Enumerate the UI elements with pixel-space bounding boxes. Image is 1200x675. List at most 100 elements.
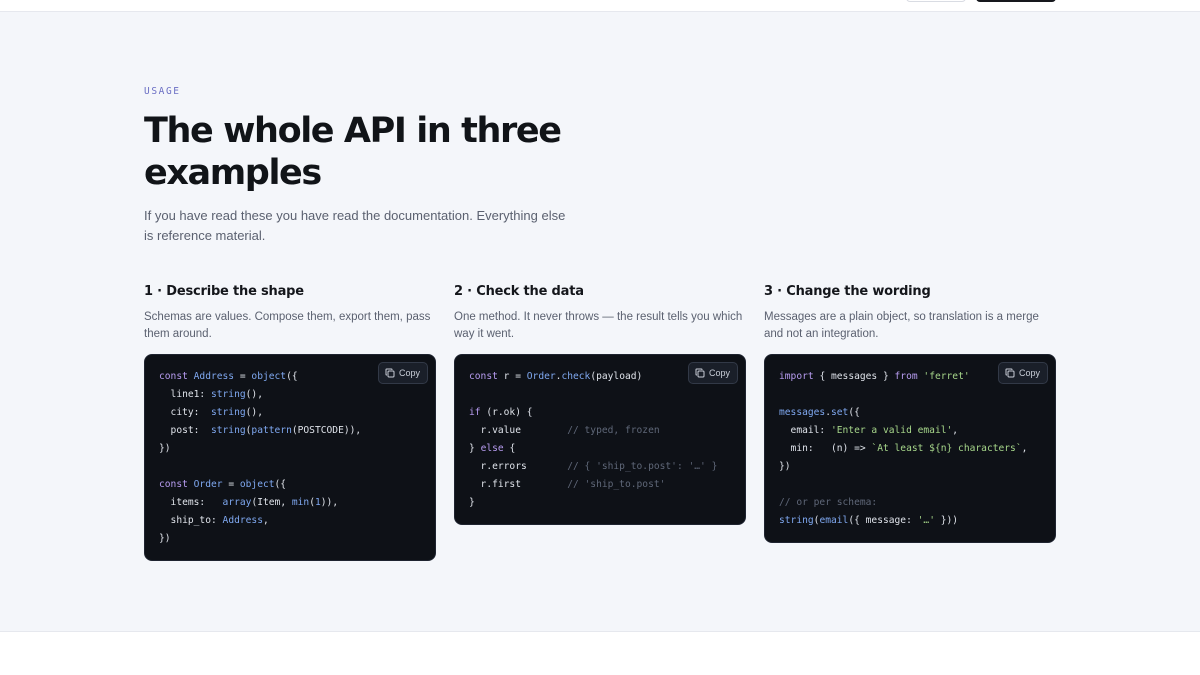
copy-icon: [1005, 368, 1015, 378]
code-token: ,: [1021, 443, 1028, 454]
code-token: Address: [193, 371, 235, 382]
code-token: else: [480, 443, 504, 454]
code-line: }: [469, 494, 731, 512]
code-token: (),: [245, 389, 263, 400]
copy-label: Copy: [708, 368, 730, 378]
copy-icon: [385, 368, 395, 378]
code-line: }): [159, 530, 421, 548]
code-line: }): [159, 440, 421, 458]
code-token: ship_to:: [159, 515, 223, 526]
code-line: r.first // 'ship_to.post': [469, 476, 731, 494]
code-token: array: [222, 497, 252, 508]
copy-icon: [695, 368, 705, 378]
code-token: ({: [848, 407, 860, 418]
example-column-describe: 1 · Describe the shape Schemas are value…: [144, 282, 436, 561]
code-token: }): [159, 533, 171, 544]
code-line: post: string(pattern(POSTCODE)),: [159, 422, 421, 440]
code-line: ship_to: Address,: [159, 512, 421, 530]
code-token: Order: [193, 479, 223, 490]
code-block[interactable]: Copy const Address = object({ line1: str…: [144, 354, 436, 561]
code-token: const: [469, 371, 504, 382]
code-token: Order: [526, 371, 556, 382]
code-token: email:: [779, 425, 831, 436]
example-description: One method. It never throws — the result…: [454, 311, 743, 340]
code-line: r.errors // { 'ship_to.post': '…' }: [469, 458, 731, 476]
code-token: min: (n) =>: [779, 443, 872, 454]
code-line: line1: string(),: [159, 386, 421, 404]
section-eyebrow: USAGE: [144, 86, 181, 97]
code-line: min: (n) => `At least ${n} characters`,: [779, 440, 1041, 458]
code-token: // typed, frozen: [567, 425, 660, 436]
usage-section: USAGE The whole API in three examples If…: [0, 12, 1200, 632]
example-description: Messages are a plain object, so translat…: [764, 311, 1039, 340]
code-lines: const Address = object({ line1: string()…: [159, 368, 421, 548]
code-token: object: [239, 479, 275, 490]
code-token: items:: [159, 497, 223, 508]
code-line: const Order = object({: [159, 476, 421, 494]
example-column-wording: 3 · Change the wording Messages are a pl…: [764, 282, 1056, 543]
code-token: messages: [779, 407, 826, 418]
code-token: object: [251, 371, 287, 382]
code-lines: import { messages } from 'ferret' message…: [779, 368, 1041, 530]
code-line: email: 'Enter a valid email',: [779, 422, 1041, 440]
copy-label: Copy: [398, 368, 420, 378]
code-token: (),: [245, 407, 263, 418]
code-token: post:: [159, 425, 211, 436]
code-token: line1:: [159, 389, 211, 400]
code-block[interactable]: Copy const r = Order.check(payload) if (r…: [454, 354, 746, 525]
code-token: }): [159, 443, 171, 454]
code-token: 'Enter a valid email': [830, 425, 953, 436]
code-token: const: [159, 479, 194, 490]
code-token: (r.ok) {: [486, 407, 533, 418]
section-lede: If you have read these you have read the…: [144, 208, 566, 243]
code-token: }): [779, 461, 791, 472]
code-line: messages.set({: [779, 404, 1041, 422]
code-token: =: [222, 479, 240, 490]
code-line: // or per schema:: [779, 494, 1041, 512]
code-token: // { 'ship_to.post': '…' }: [567, 461, 718, 472]
code-token: }: [469, 443, 481, 454]
code-line: if (r.ok) {: [469, 404, 731, 422]
code-token: // or per schema:: [779, 497, 878, 508]
code-token: Address: [222, 515, 263, 526]
nav-secondary-button[interactable]: [906, 0, 966, 2]
code-token: ({: [274, 479, 287, 490]
code-token: ({ message:: [848, 515, 918, 526]
section-title: The whole API in three examples: [144, 111, 562, 193]
code-line: city: string(),: [159, 404, 421, 422]
code-token: { messages }: [819, 371, 895, 382]
code-token: ,: [952, 425, 959, 436]
copy-label: Copy: [1018, 368, 1040, 378]
code-token: (POSTCODE)),: [291, 425, 362, 436]
code-token: check: [561, 371, 591, 382]
code-token: from: [894, 371, 924, 382]
code-token: (payload): [590, 371, 643, 382]
code-token: pattern: [251, 425, 292, 436]
copy-button[interactable]: Copy: [687, 362, 738, 384]
top-nav-bar: [0, 0, 1200, 12]
code-token: r.first: [469, 479, 568, 490]
example-title: 3 · Change the wording: [764, 284, 931, 299]
code-token: ({: [286, 371, 298, 382]
code-lines: const r = Order.check(payload) if (r.ok) …: [469, 368, 731, 512]
copy-button[interactable]: Copy: [997, 362, 1048, 384]
code-token: // 'ship_to.post': [567, 479, 666, 490]
example-title: 2 · Check the data: [454, 284, 584, 299]
code-block[interactable]: Copy import { messages } from 'ferret' me…: [764, 354, 1056, 543]
code-token: set: [831, 407, 849, 418]
code-line: }): [779, 458, 1041, 476]
code-token: string: [210, 389, 246, 400]
code-token: string: [210, 407, 246, 418]
code-token: string: [779, 515, 814, 526]
code-token: ,: [262, 515, 269, 526]
nav-primary-button[interactable]: [976, 0, 1056, 2]
code-token: r =: [503, 371, 527, 382]
code-line: string(email({ message: '…' })): [779, 512, 1041, 530]
copy-button[interactable]: Copy: [377, 362, 428, 384]
code-token: min: [291, 497, 310, 508]
code-token: email: [819, 515, 849, 526]
code-token: `At least ${n} characters`: [871, 443, 1022, 454]
code-token: '…': [917, 515, 935, 526]
